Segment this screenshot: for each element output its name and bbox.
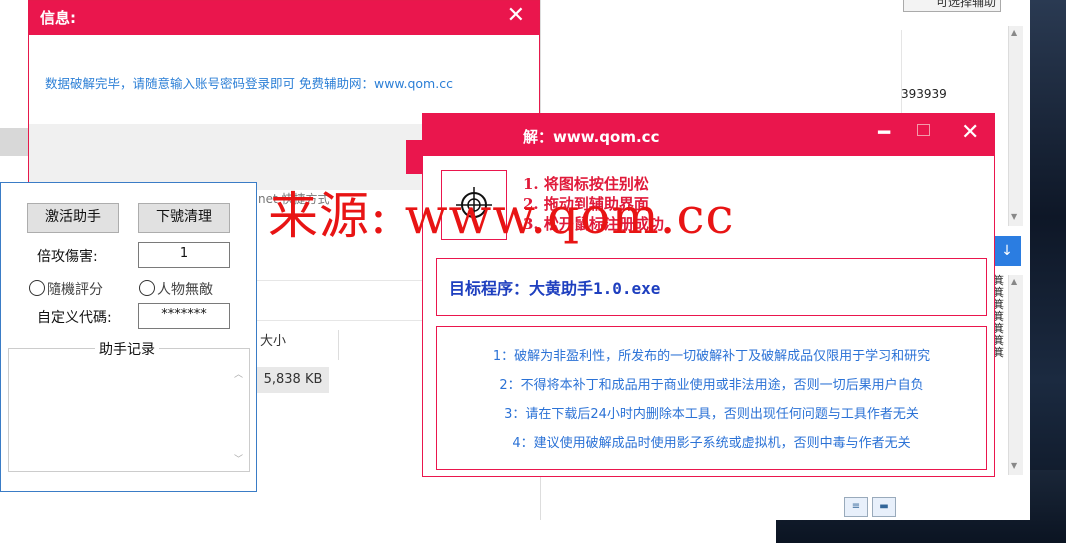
view-mode-icons: ≡ ▬	[844, 494, 900, 517]
scroll-up-icon[interactable]: ▲	[1011, 277, 1017, 286]
term-line: 1：破解为非盈利性，所发布的一切破解补丁及破解成品仅限用于学习和研究	[492, 349, 931, 364]
background-blue-button[interactable]: ↓	[993, 236, 1021, 266]
invincible-radio[interactable]: 人物無敵	[139, 279, 213, 299]
helper-panel: 激活助手 下號清理 倍攻傷害: 1 隨機評分 人物無敵 自定义代碼: *****…	[0, 182, 257, 492]
term-line: 4：建议使用破解成品时使用影子系统或虚拟机，否则中毒与作者无关	[512, 436, 911, 451]
close-icon[interactable]: ✕	[507, 3, 525, 28]
crack-window: 解：www.qom.cc ━ ✕ 1. 将图标按住别松 2. 拖动到辅助界面 3…	[422, 113, 995, 477]
minimize-icon[interactable]: ━	[878, 120, 890, 144]
random-score-radio[interactable]: 隨機評分	[29, 279, 103, 299]
helper-log-group: 助手记录 ︿ ﹀	[8, 339, 250, 472]
cleanup-button[interactable]: 下號清理	[138, 203, 230, 233]
custom-code-label: 自定义代碼:	[37, 310, 112, 326]
helper-log-title: 助手记录	[95, 339, 159, 359]
close-icon[interactable]: ✕	[961, 120, 979, 145]
crack-title: 解：www.qom.cc	[523, 128, 660, 146]
multiplier-label: 倍攻傷害:	[37, 249, 98, 265]
background-partial-button[interactable]: 可选择辅助	[903, 0, 1001, 12]
info-message: 数据破解完毕，请随意输入账号密码登录即可 免费辅助网：www.qom.cc	[45, 76, 453, 91]
column-separator	[338, 330, 339, 360]
target-program-box: 目标程序：大黄助手1.0.exe	[436, 258, 987, 316]
size-column-header[interactable]: 大小	[260, 330, 286, 349]
log-scrollbar[interactable]: ︿ ﹀	[231, 357, 247, 465]
scroll-up-icon[interactable]: ▲	[1011, 28, 1017, 37]
background-strip	[0, 128, 30, 156]
scroll-down-icon[interactable]: ▼	[1011, 461, 1017, 470]
background-scrollbar-bottom[interactable]: ▲ ▼	[1008, 275, 1023, 475]
preview-view-icon[interactable]: ▬	[872, 497, 896, 517]
radio-circle-icon	[139, 280, 155, 296]
details-view-icon[interactable]: ≡	[844, 497, 868, 517]
background-number: 393939	[901, 87, 947, 101]
invincible-label: 人物無敵	[157, 282, 213, 298]
file-size-cell: 5,838 KB	[257, 367, 329, 393]
multiplier-input[interactable]: 1	[138, 242, 230, 268]
background-scrollbar-top[interactable]: ▲ ▼	[1008, 26, 1023, 226]
info-title: 信息:	[40, 9, 76, 27]
custom-code-input[interactable]: *******	[138, 303, 230, 329]
term-line: 2：不得将本补丁和成品用于商业使用或非法用途，否则一切后果用户自负	[499, 378, 924, 393]
maximize-icon[interactable]	[917, 124, 930, 136]
chevron-up-icon[interactable]: ︿	[234, 367, 243, 380]
crack-titlebar	[423, 114, 994, 156]
target-program-label: 目标程序：大黄助手1.0.exe	[449, 279, 661, 298]
info-titlebar	[29, 1, 539, 35]
chevron-down-icon[interactable]: ﹀	[234, 452, 243, 465]
terms-box: 1：破解为非盈利性，所发布的一切破解补丁及破解成品仅限用于学习和研究 2：不得将…	[436, 326, 987, 470]
background-side-text: 箕箕箕箕箕箕箕	[993, 274, 1004, 359]
watermark: 来源: www.qom.cc	[268, 187, 735, 245]
random-score-label: 隨機評分	[47, 282, 103, 298]
activate-button[interactable]: 激活助手	[27, 203, 119, 233]
scroll-down-icon[interactable]: ▼	[1011, 212, 1017, 221]
radio-circle-icon	[29, 280, 45, 296]
term-line: 3：请在下载后24小时内删除本工具，否则出现任何问题与工具作者无关	[504, 407, 919, 422]
